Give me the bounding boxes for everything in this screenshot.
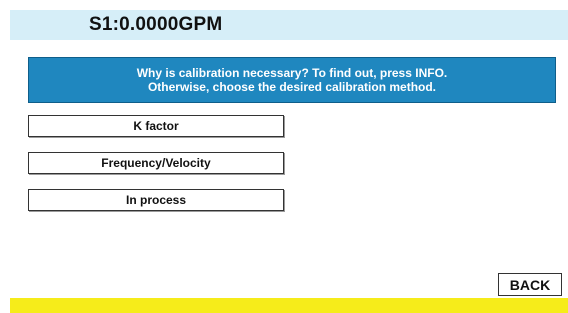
info-banner-line-2: Otherwise, choose the desired calibratio… [147,80,437,94]
back-button-label: BACK [509,276,551,293]
in-process-button[interactable]: In process [28,189,284,211]
flow-rate-title: S1:0.0000GPM [89,14,223,35]
footer-status-bar [10,298,568,313]
frequency-velocity-button[interactable]: Frequency/Velocity [28,152,284,174]
back-button[interactable]: BACK [498,273,562,296]
status-header: S1:0.0000GPM [10,10,568,40]
k-factor-button[interactable]: K factor [28,115,284,137]
calibration-info-banner: Why is calibration necessary? To find ou… [28,57,556,103]
k-factor-button-label: K factor [133,119,179,133]
in-process-button-label: In process [125,193,187,207]
info-banner-line-1: Why is calibration necessary? To find ou… [136,66,448,80]
frequency-velocity-button-label: Frequency/Velocity [101,156,211,170]
